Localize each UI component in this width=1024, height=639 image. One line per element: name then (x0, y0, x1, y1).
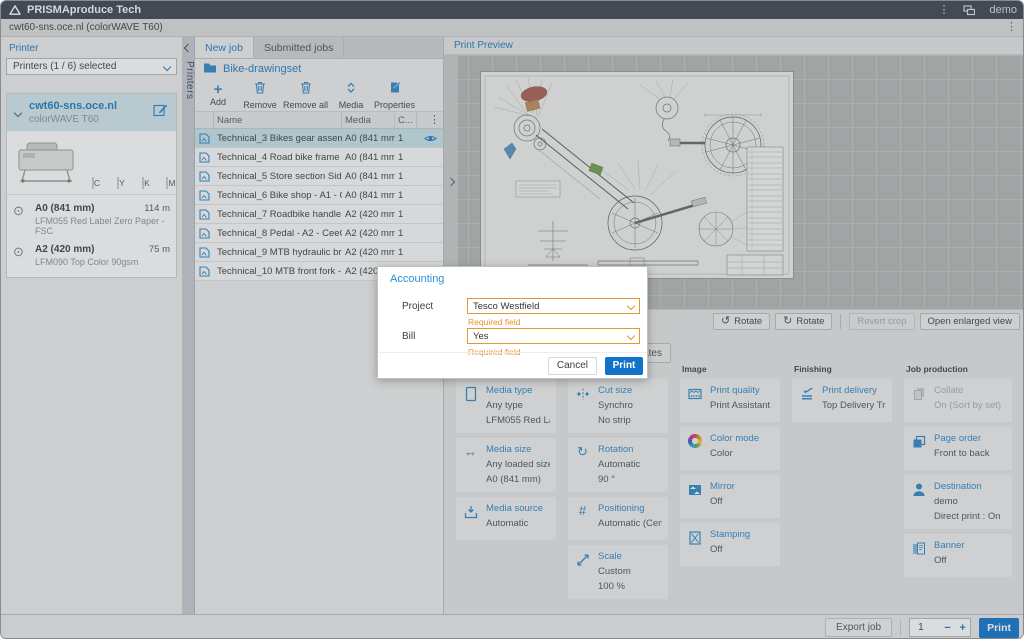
chevron-down-icon (627, 332, 635, 340)
project-select-value: Tesco Westfield (473, 301, 539, 312)
project-required-hint: Required field (468, 317, 520, 327)
chevron-down-icon (627, 302, 635, 310)
dialog-title: Accounting (390, 273, 444, 285)
bill-select[interactable]: Yes (467, 328, 640, 344)
app-window: PRISMAproduce Tech ⋮ demo cwt60-sns.oce.… (0, 0, 1024, 639)
project-select[interactable]: Tesco Westfield (467, 298, 640, 314)
dialog-print-button[interactable]: Print (605, 357, 643, 375)
bill-label: Bill (402, 331, 415, 342)
bill-select-value: Yes (473, 331, 489, 342)
dialog-footer: Cancel Print (378, 352, 647, 378)
project-label: Project (402, 301, 433, 312)
cancel-button[interactable]: Cancel (548, 357, 597, 375)
accounting-dialog: Accounting Project Tesco Westfield Requi… (377, 266, 648, 379)
